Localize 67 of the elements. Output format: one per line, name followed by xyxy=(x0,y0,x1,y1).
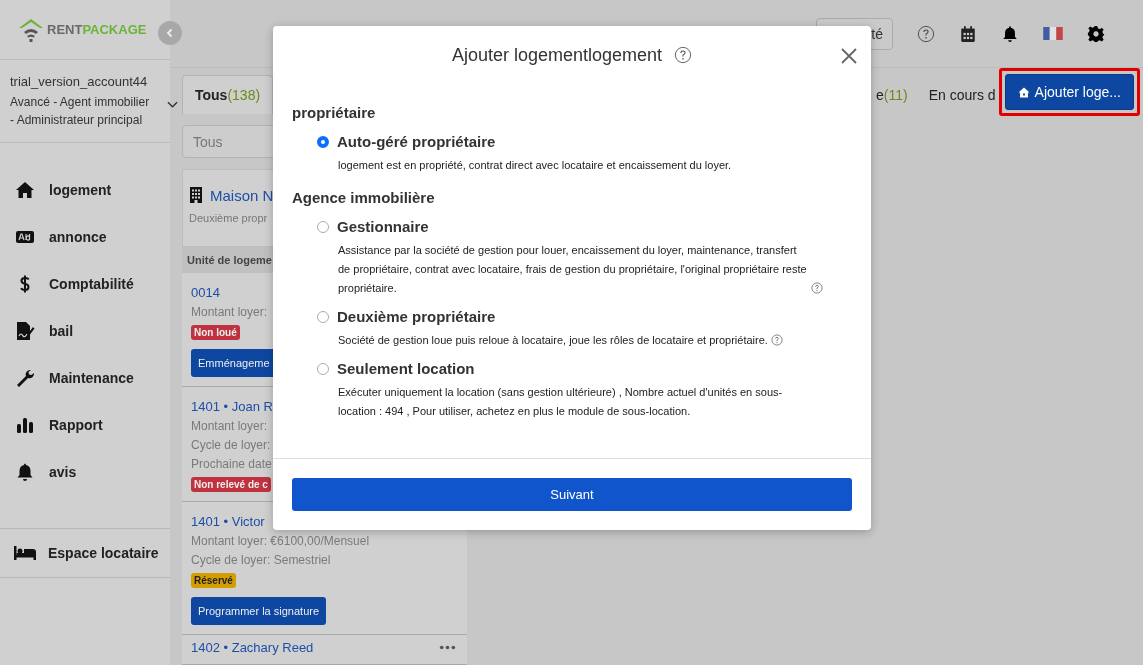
account-role: Avancé - Agent immobilier - Administrateur principal xyxy=(10,94,151,129)
nav-item[interactable]: Comptabilité xyxy=(49,275,134,292)
section-heading: Agence immobilière xyxy=(292,189,436,206)
tab[interactable]: Tous(138) xyxy=(182,75,274,116)
status-badge: Non relevé de c xyxy=(191,477,271,492)
option-label[interactable]: Seulement location xyxy=(337,360,475,377)
close-icon[interactable] xyxy=(841,48,857,64)
building-icon xyxy=(189,186,203,204)
nav-item[interactable]: avis xyxy=(49,463,77,480)
unit-detail: Prochaine date xyxy=(191,457,272,471)
calendar-icon[interactable] xyxy=(959,24,977,43)
wrench-icon[interactable] xyxy=(15,367,35,388)
next-button[interactable]: Suivant xyxy=(292,478,852,511)
logo-text: RENT xyxy=(47,22,83,37)
nav-item[interactable]: Maintenance xyxy=(49,369,134,386)
unit-title[interactable]: 1401 • Victor xyxy=(191,514,265,529)
radio-button[interactable] xyxy=(317,220,329,233)
account-name: trial_version_account44 xyxy=(10,74,149,89)
nav-item[interactable]: Espace locataire xyxy=(48,545,159,561)
unit-title[interactable]: 0014 xyxy=(191,285,220,300)
radio-button[interactable] xyxy=(317,310,329,323)
tab[interactable]: e(11) xyxy=(875,75,909,116)
units-header: Unité de logeme xyxy=(187,254,272,266)
option-label[interactable]: Deuxième propriétaire xyxy=(337,308,496,325)
unit-action-button[interactable]: Programmer la signature xyxy=(191,597,327,625)
nav-item[interactable]: bail xyxy=(49,322,74,339)
nav-item[interactable]: logement xyxy=(49,181,112,198)
add-button[interactable]: Ajouter loge... xyxy=(1004,74,1134,111)
option-description: Exécuter uniquement la location (sans gestion ultérieure) , Nombre actuel d'unités en sous-location : 494 , Pour utiliser, achetez en plus le module de sous-location. xyxy=(338,385,784,419)
home-icon[interactable] xyxy=(15,179,35,200)
unit-detail: Montant loyer: xyxy=(191,419,268,433)
help-icon[interactable] xyxy=(674,46,693,64)
option-label[interactable]: Gestionnaire xyxy=(337,218,429,235)
status-badge: Non loué xyxy=(191,325,240,340)
section-heading: propriétaire xyxy=(292,104,377,121)
help-icon[interactable] xyxy=(811,282,823,294)
logo-text: PACKAGE xyxy=(82,22,147,37)
help-icon[interactable] xyxy=(917,24,935,43)
radio-button[interactable] xyxy=(317,135,329,148)
option-description: Société de gestion loue puis reloue à locataire, joue les rôles de locataire et propriétaire. xyxy=(338,333,768,348)
unit-title[interactable]: 1401 • Joan R xyxy=(191,399,273,414)
unit-detail: Montant loyer: €6100,00/Mensuel xyxy=(191,534,370,548)
modal-title: Ajouter logementlogement xyxy=(451,44,663,66)
signature-icon[interactable] xyxy=(15,320,35,341)
tab[interactable]: En cours d xyxy=(927,75,997,116)
logo-icon xyxy=(17,16,45,43)
radio-button[interactable] xyxy=(317,362,329,375)
status-badge: Réservé xyxy=(191,573,236,588)
unit-detail: Cycle de loyer: Semestriel xyxy=(191,553,331,567)
bed-icon[interactable] xyxy=(13,545,37,561)
nav-item[interactable]: Rapport xyxy=(49,416,103,433)
bell-icon[interactable] xyxy=(15,461,35,482)
option-description: Assistance par la société de gestion pour louer, encaissement du loyer, maintenance, transfert de propriétaire, contrat avec locataire, frais de gestion du propriétaire, l'original propriétaire reste propriétaire. xyxy=(338,243,808,296)
nav-item[interactable]: annonce xyxy=(49,228,107,245)
property-name[interactable]: Maison N xyxy=(210,186,274,204)
option-label[interactable]: Auto-géré propriétaire xyxy=(337,133,496,150)
settings-icon[interactable] xyxy=(1087,24,1105,43)
option-description: logement est en propriété, contrat direct avec locataire et encaissement du loyer. xyxy=(338,158,732,173)
flag-icon[interactable] xyxy=(1043,27,1063,41)
property-type: Deuxième propr xyxy=(189,212,268,224)
more-icon[interactable] xyxy=(439,645,456,650)
help-icon[interactable] xyxy=(770,334,783,346)
bell-icon[interactable] xyxy=(1001,24,1019,43)
unit-detail: Montant loyer: xyxy=(191,305,268,319)
home-icon xyxy=(1017,86,1030,98)
chevron-down-icon[interactable] xyxy=(167,101,178,109)
unit-detail: Cycle de loyer: xyxy=(191,438,271,452)
